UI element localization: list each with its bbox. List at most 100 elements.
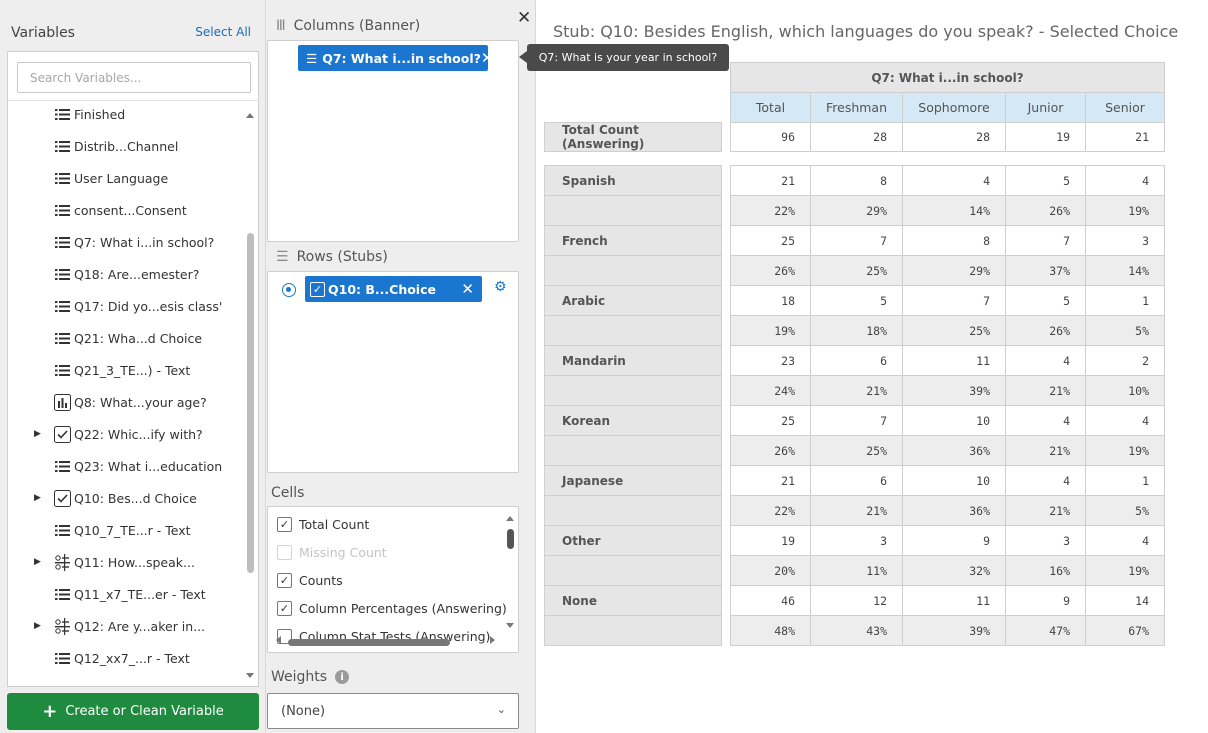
count-cell: 3 bbox=[1005, 525, 1086, 556]
variable-item[interactable]: ▶ Q22: Whic...ify with? bbox=[8, 418, 244, 450]
cells-scroll-right-icon[interactable] bbox=[490, 636, 495, 644]
percent-cell: 14% bbox=[1085, 255, 1165, 286]
column-chip-tooltip: Q7: What is your year in school? bbox=[519, 44, 729, 71]
matrix-icon bbox=[54, 617, 71, 635]
variable-item[interactable]: Q21_3_TE...) - Text bbox=[8, 354, 244, 386]
cell-option[interactable]: ✓ Column Percentages (Answering) bbox=[277, 598, 507, 618]
variable-item[interactable]: User Language bbox=[8, 162, 244, 194]
scroll-down-arrow-icon[interactable] bbox=[246, 673, 254, 678]
variable-item[interactable]: Q21: Wha...d Choice bbox=[8, 322, 244, 354]
table-row-label: Mandarin bbox=[544, 345, 722, 376]
variable-item[interactable]: Q18: Are...emester? bbox=[8, 258, 244, 290]
checkbox-icon: ✓ bbox=[310, 281, 325, 297]
chevron-down-icon: ⌄ bbox=[496, 703, 506, 716]
cells-scroll-up-icon[interactable] bbox=[506, 516, 514, 521]
select-all-link[interactable]: Select All bbox=[195, 25, 251, 39]
percent-cell: 39% bbox=[902, 615, 1006, 646]
expand-arrow-icon[interactable]: ▶ bbox=[34, 621, 41, 631]
percent-cell: 29% bbox=[902, 255, 1006, 286]
variable-item[interactable]: Q11_x7_TE...er - Text bbox=[8, 578, 244, 610]
variable-item-label: Q11_x7_TE...er - Text bbox=[74, 586, 206, 602]
create-clean-variable-label: Create or Clean Variable bbox=[65, 704, 224, 719]
count-cell: 12 bbox=[810, 585, 903, 616]
cell-option: Missing Count bbox=[277, 542, 387, 562]
variable-item[interactable]: Q10_7_TE...r - Text bbox=[8, 514, 244, 546]
checked-checkbox-icon[interactable]: ✓ bbox=[277, 600, 292, 616]
total-count-label: Total Count (Answering) bbox=[544, 122, 722, 152]
variable-list-scrollbar[interactable] bbox=[247, 233, 254, 573]
variable-item[interactable]: Distrib...Channel bbox=[8, 130, 244, 162]
columns-title-label: Columns (Banner) bbox=[293, 18, 421, 34]
expand-arrow-icon[interactable]: ▶ bbox=[34, 493, 41, 503]
variables-panel: Variables Select All Finished Distrib...C… bbox=[0, 0, 266, 733]
count-cell: 7 bbox=[810, 225, 903, 256]
table-column-header: Freshman bbox=[810, 92, 903, 123]
row-variable-chip[interactable]: ✓ Q10: B...Choice ✕ bbox=[305, 276, 482, 302]
count-cell: 9 bbox=[1005, 585, 1086, 616]
variables-title: Variables bbox=[11, 25, 75, 41]
table-row-label-pct bbox=[544, 435, 722, 466]
rows-drop-zone[interactable]: ✓ Q10: B...Choice ✕ ⚙ bbox=[267, 271, 519, 473]
list-icon bbox=[54, 586, 71, 603]
table-row-label-pct bbox=[544, 495, 722, 526]
cells-scroll-left-icon[interactable] bbox=[276, 636, 281, 644]
percent-cell: 36% bbox=[902, 435, 1006, 466]
variable-item[interactable]: ▶ Q10: Bes...d Choice bbox=[8, 482, 244, 514]
close-icon[interactable]: ✕ bbox=[517, 8, 531, 28]
variable-item[interactable]: Q7: What i...in school? bbox=[8, 226, 244, 258]
table-row-label: Korean bbox=[544, 405, 722, 436]
percent-cell: 19% bbox=[1085, 555, 1165, 586]
create-clean-variable-button[interactable]: + Create or Clean Variable bbox=[7, 693, 259, 730]
count-cell: 18 bbox=[730, 285, 811, 316]
table-row-label-pct bbox=[544, 375, 722, 406]
search-variables-input[interactable] bbox=[17, 62, 251, 93]
variable-item-label: Q12: Are y...aker in... bbox=[74, 618, 206, 634]
variable-list[interactable]: Finished Distrib...Channel User Language co… bbox=[8, 100, 258, 686]
cells-title-label: Cells bbox=[271, 485, 305, 501]
cells-section-title: Cells bbox=[271, 485, 304, 501]
expand-arrow-icon[interactable]: ▶ bbox=[34, 557, 41, 567]
cells-scroll-down-icon[interactable] bbox=[506, 623, 514, 628]
variable-item[interactable]: Q12_xx7_...r - Text bbox=[8, 642, 244, 674]
percent-cell: 48% bbox=[730, 615, 811, 646]
checked-checkbox-icon[interactable]: ✓ bbox=[277, 572, 292, 588]
variable-item[interactable]: Q23: What i...education bbox=[8, 450, 244, 482]
percent-cell: 25% bbox=[902, 315, 1006, 346]
weights-select[interactable]: (None) ⌄ bbox=[267, 693, 519, 729]
variable-item-label: Q17: Did yo...esis class' bbox=[74, 298, 223, 314]
variable-item[interactable]: ▶ Q12: Are y...aker in... bbox=[8, 610, 244, 642]
count-cell: 1 bbox=[1085, 465, 1165, 496]
row-select-radio[interactable] bbox=[282, 283, 296, 297]
variable-item[interactable]: consent...Consent bbox=[8, 194, 244, 226]
list-icon bbox=[54, 106, 71, 123]
gear-icon[interactable]: ⚙ bbox=[494, 279, 507, 295]
scroll-up-arrow-icon[interactable] bbox=[246, 113, 254, 118]
variable-item-label: Q21_3_TE...) - Text bbox=[74, 362, 191, 378]
info-icon[interactable]: i bbox=[335, 670, 350, 684]
percent-cell: 11% bbox=[810, 555, 903, 586]
table-title: Stub: Q10: Besides English, which langua… bbox=[553, 22, 1179, 41]
cell-option[interactable]: ✓ Total Count bbox=[277, 514, 369, 534]
remove-column-icon[interactable]: ✕ bbox=[481, 49, 494, 67]
column-variable-chip[interactable]: ☰ Q7: What i...in school? ✕ bbox=[298, 45, 493, 71]
percent-cell: 21% bbox=[1005, 495, 1086, 526]
percent-cell: 26% bbox=[730, 255, 811, 286]
cell-option-label: Counts bbox=[299, 572, 343, 588]
table-column-header: Total bbox=[730, 92, 811, 123]
count-cell: 2 bbox=[1085, 345, 1165, 376]
variable-item[interactable]: Q17: Did yo...esis class' bbox=[8, 290, 244, 322]
rows-section-title: ☰ Rows (Stubs) bbox=[276, 249, 388, 265]
variable-item[interactable]: Finished bbox=[8, 101, 244, 130]
variable-item[interactable]: Q8: What...your age? bbox=[8, 386, 244, 418]
cells-horizontal-scrollbar[interactable] bbox=[288, 639, 450, 646]
cells-vertical-scrollbar[interactable] bbox=[507, 529, 514, 549]
total-count-cell: 28 bbox=[902, 122, 1006, 152]
expand-arrow-icon[interactable]: ▶ bbox=[34, 429, 41, 439]
list-icon bbox=[54, 202, 71, 219]
weights-selected-value: (None) bbox=[281, 703, 326, 719]
remove-row-icon[interactable]: ✕ bbox=[461, 280, 474, 298]
checked-checkbox-icon[interactable]: ✓ bbox=[277, 516, 292, 532]
columns-drop-zone[interactable]: ☰ Q7: What i...in school? ✕ bbox=[267, 40, 519, 242]
cell-option[interactable]: ✓ Counts bbox=[277, 570, 343, 590]
variable-item[interactable]: ▶ Q11: How...speak... bbox=[8, 546, 244, 578]
